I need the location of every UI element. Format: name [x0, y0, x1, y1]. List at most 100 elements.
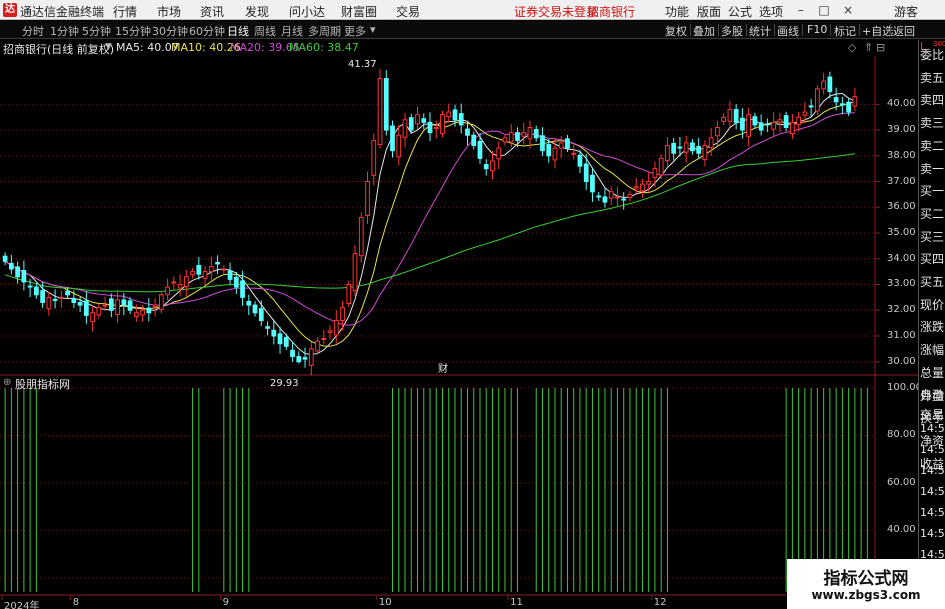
- toolbar-divider: [830, 24, 831, 36]
- sidebar-item[interactable]: 买二: [920, 205, 945, 222]
- chart-title-dropdown-icon[interactable]: ▼: [105, 42, 112, 52]
- sidebar-time: 14:56: [920, 464, 945, 477]
- candle-body: [583, 163, 589, 183]
- broker-name[interactable]: 招商银行: [587, 3, 635, 20]
- diamond-icon[interactable]: ◇: [848, 41, 856, 54]
- period-tab-15min[interactable]: 15分钟: [115, 23, 151, 39]
- trade-login-notice[interactable]: 证券交易未登录: [514, 3, 598, 20]
- candle-body: [296, 356, 302, 363]
- menu-quotes[interactable]: 行情: [113, 3, 137, 20]
- candle-body: [446, 111, 452, 118]
- sidebar-time: 14:56: [920, 506, 945, 519]
- period-tab-fenshi[interactable]: 分时: [22, 23, 44, 39]
- candle-body: [90, 312, 95, 323]
- candle-body: [21, 270, 27, 283]
- sidebar-item[interactable]: 买五: [920, 273, 945, 290]
- candle-body: [240, 280, 245, 298]
- candle-body: [115, 299, 120, 315]
- candle-body: [208, 265, 214, 273]
- candle-body: [477, 140, 483, 159]
- adjust-button[interactable]: 复权: [665, 23, 687, 39]
- candle-body: [646, 181, 652, 185]
- price-tick-label: 31.00: [887, 329, 916, 341]
- back-button[interactable]: 返回: [893, 23, 915, 39]
- candle-body: [15, 266, 20, 278]
- menu-wealth[interactable]: 财富圈: [341, 3, 377, 20]
- menu-formula[interactable]: 公式: [728, 3, 752, 20]
- sidebar-item[interactable]: 卖三: [920, 114, 945, 131]
- candle-body: [177, 283, 183, 289]
- candle-body: [740, 117, 745, 131]
- ma5-line: [4, 92, 856, 356]
- candle-body: [158, 294, 164, 310]
- more-chevron-icon[interactable]: ▾: [370, 23, 376, 36]
- f10-button[interactable]: F10: [807, 23, 827, 36]
- mark-button[interactable]: 标记: [834, 23, 856, 39]
- candle-body: [308, 348, 314, 366]
- sidebar-item[interactable]: 买三: [920, 228, 945, 245]
- date-tick-label: 9: [222, 597, 230, 608]
- menu-function[interactable]: 功能: [665, 3, 689, 20]
- price-tick-label: 35.00: [887, 227, 916, 239]
- candle-body: [215, 261, 220, 265]
- period-tab-30min[interactable]: 30分钟: [152, 23, 188, 39]
- sidebar-item[interactable]: 现价: [920, 296, 945, 313]
- maximize-icon[interactable]: □: [816, 2, 832, 18]
- candle-body: [152, 304, 158, 308]
- period-tab-daily[interactable]: 日线: [227, 23, 249, 39]
- statistics-button[interactable]: 统计: [749, 23, 771, 39]
- candle-body: [565, 138, 570, 149]
- menu-news[interactable]: 资讯: [200, 3, 224, 20]
- period-tab-multi[interactable]: 多周期: [308, 23, 341, 39]
- candle-body: [415, 114, 420, 125]
- candle-body: [596, 195, 602, 198]
- candle-body: [277, 333, 283, 345]
- sidebar-item[interactable]: 涨幅: [920, 341, 945, 358]
- period-tab-monthly[interactable]: 月线: [281, 23, 303, 39]
- finance-marker[interactable]: 财: [438, 360, 448, 375]
- menu-options[interactable]: 选项: [759, 3, 783, 20]
- period-tab-more[interactable]: 更多: [344, 23, 366, 39]
- draw-line-button[interactable]: 画线: [777, 23, 799, 39]
- indicator-settings-icon[interactable]: ⊕: [3, 377, 11, 388]
- candle-body: [590, 174, 595, 193]
- period-tab-weekly[interactable]: 周线: [254, 23, 276, 39]
- price-tick-label: 40.00: [887, 98, 916, 110]
- sidebar-item[interactable]: 卖五: [920, 69, 945, 86]
- period-tab-1min[interactable]: 1分钟: [50, 23, 79, 39]
- toolbar-divider: [890, 24, 891, 36]
- minimize-icon[interactable]: –: [793, 2, 809, 18]
- scroll-up-icon[interactable]: ⇑: [864, 41, 873, 54]
- sidebar-item[interactable]: 买四: [920, 250, 945, 267]
- sidebar-item[interactable]: 涨跌: [920, 318, 945, 335]
- close-icon[interactable]: ×: [840, 2, 856, 18]
- period-tab-5min[interactable]: 5分钟: [82, 23, 111, 39]
- sidebar-item[interactable]: 买一: [920, 182, 945, 199]
- candle-body: [840, 103, 845, 106]
- candle-body: [658, 157, 664, 176]
- candle-body: [521, 132, 527, 137]
- sidebar-item[interactable]: 委比: [920, 46, 945, 63]
- sidebar-item[interactable]: 卖四: [920, 91, 945, 108]
- sidebar-item[interactable]: 总量: [920, 364, 945, 381]
- sidebar-item[interactable]: 卖二: [920, 137, 945, 154]
- menu-layout[interactable]: 版面: [697, 3, 721, 20]
- candle-body: [608, 191, 614, 199]
- sidebar-time: 14:56: [920, 422, 945, 435]
- candle-body: [196, 264, 202, 275]
- zoom-out-icon[interactable]: ⊟: [876, 41, 885, 54]
- sidebar-item[interactable]: 交易: [920, 406, 945, 423]
- menu-market[interactable]: 市场: [157, 3, 181, 20]
- sidebar-item[interactable]: 卖一: [920, 160, 945, 177]
- guest-label[interactable]: 游客: [894, 3, 918, 20]
- add-watchlist-button[interactable]: +自选: [862, 23, 893, 39]
- menu-discover[interactable]: 发现: [245, 3, 269, 20]
- sidebar-item[interactable]: 自动: [920, 386, 945, 403]
- candle-body: [677, 146, 683, 149]
- candle-body: [440, 114, 445, 135]
- multi-stock-button[interactable]: 多股: [721, 23, 743, 39]
- menu-xiaoda[interactable]: 问小达: [289, 3, 325, 20]
- overlay-button[interactable]: 叠加: [693, 23, 715, 39]
- menu-trade[interactable]: 交易: [396, 3, 420, 20]
- period-tab-60min[interactable]: 60分钟: [189, 23, 225, 39]
